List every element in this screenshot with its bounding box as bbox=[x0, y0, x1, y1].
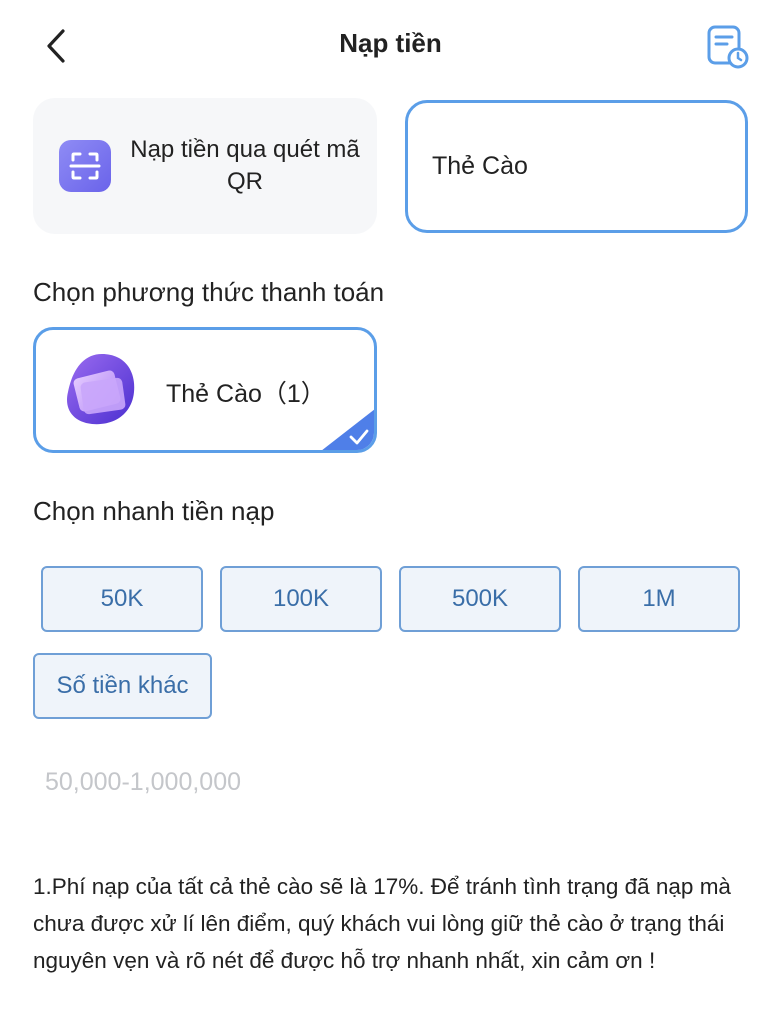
deposit-screen: Nạp tiền Nạp tiền qua quét mã QR Thẻ Cào… bbox=[0, 0, 781, 1024]
qr-deposit-label: Nạp tiền qua quét mã QR bbox=[130, 136, 360, 195]
amount-button-500k[interactable]: 500K bbox=[399, 566, 561, 632]
page-title: Nạp tiền bbox=[339, 28, 442, 58]
payment-method-card[interactable]: Thẻ Cào（1） bbox=[33, 327, 377, 453]
amount-button-100k[interactable]: 100K bbox=[220, 566, 382, 632]
quick-amount-heading: Chọn nhanh tiền nạp bbox=[33, 496, 275, 526]
checkmark-icon bbox=[322, 409, 374, 450]
scratch-card-label: Thẻ Cào bbox=[432, 152, 528, 180]
history-record-icon bbox=[707, 25, 749, 69]
wallet-card-icon bbox=[67, 354, 135, 425]
payment-method-label: Thẻ Cào（1） bbox=[166, 380, 326, 408]
amount-button-50k[interactable]: 50K bbox=[41, 566, 203, 632]
deposit-notice: 1.Phí nạp của tất cả thẻ cào sẽ là 17%. … bbox=[33, 874, 731, 973]
other-amount-button[interactable]: Số tiền khác bbox=[33, 653, 212, 719]
payment-method-heading: Chọn phương thức thanh toán bbox=[33, 277, 385, 307]
qr-deposit-option[interactable]: Nạp tiền qua quét mã QR bbox=[33, 98, 377, 234]
amount-input[interactable] bbox=[33, 756, 733, 808]
scratch-card-option[interactable]: Thẻ Cào bbox=[405, 100, 748, 233]
amount-button-1m[interactable]: 1M bbox=[578, 566, 740, 632]
qr-scan-icon bbox=[59, 140, 111, 192]
history-button[interactable] bbox=[704, 22, 750, 70]
